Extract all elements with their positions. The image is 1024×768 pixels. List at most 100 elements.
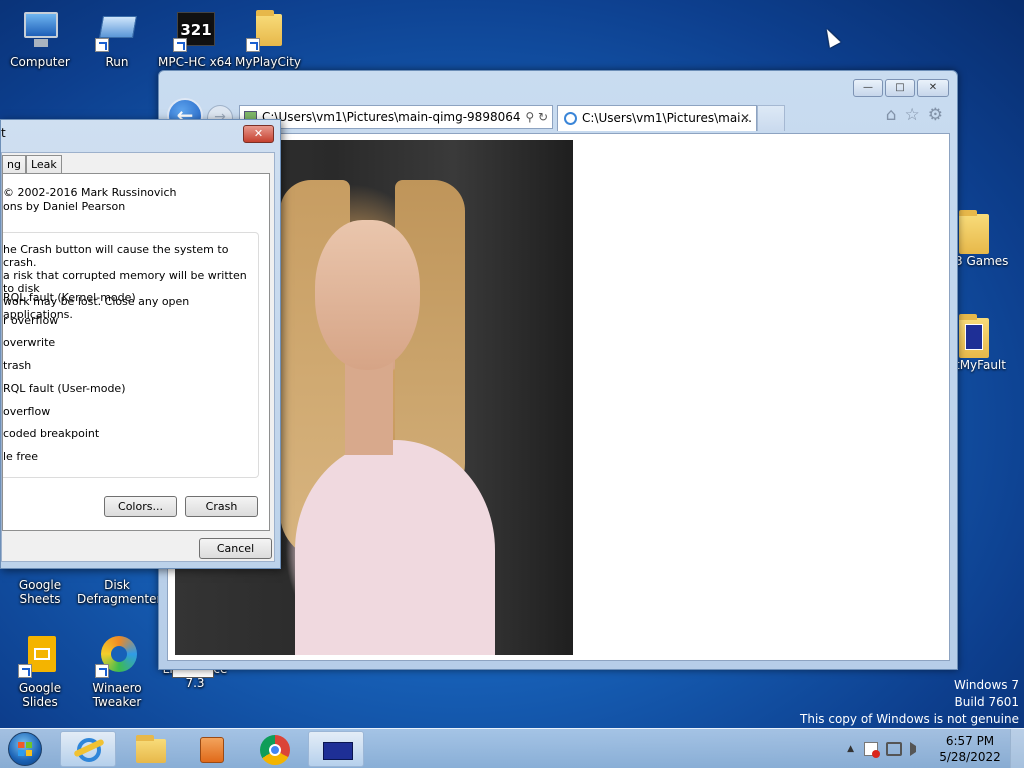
folder-icon	[959, 314, 989, 358]
taskbar: ▲ 6:57 PM 5/28/2022	[0, 728, 1024, 768]
tab-hang[interactable]: ng	[2, 155, 26, 174]
address-text: C:\Users\vm1\Pictures\main-qimg-98980648	[262, 110, 529, 124]
notmyfault-icon	[323, 742, 353, 760]
search-icon[interactable]: ⚲	[525, 110, 534, 124]
windows-watermark: Windows 7 Build 7601 This copy of Window…	[800, 677, 1019, 728]
copyright-text: © 2002-2016 Mark Russinovich ons by Dani…	[3, 186, 177, 214]
google-slides-icon	[18, 634, 62, 678]
option-stack-overflow[interactable]: overflow	[3, 405, 50, 418]
clock[interactable]: 6:57 PM 5/28/2022	[930, 733, 1010, 765]
desktop-icon-myplaycity[interactable]: MyPlayCity	[228, 8, 308, 69]
favorites-icon[interactable]: ☆	[905, 105, 920, 125]
cancel-button[interactable]: Cancel	[199, 538, 272, 559]
mpc-hc-icon: 321	[173, 8, 217, 52]
minimize-button[interactable]: —	[853, 79, 883, 97]
computer-icon	[18, 8, 62, 52]
photo-neck	[345, 355, 393, 455]
colors-button[interactable]: Colors...	[104, 496, 177, 517]
tab-image[interactable]: C:\Users\vm1\Pictures\mai... ✕	[557, 105, 757, 131]
clock-time: 6:57 PM	[945, 734, 995, 748]
tray-expand-icon[interactable]: ▲	[847, 744, 854, 754]
taskbar-item-media-player[interactable]	[184, 731, 240, 767]
desktop-icon-label: Computer	[10, 55, 70, 69]
address-tools: ⚲ ↻	[521, 106, 548, 128]
tab-close-icon[interactable]: ✕	[740, 106, 750, 130]
desktop-icon-disk-defragmenter[interactable]: Disk Defragmenter	[77, 578, 161, 606]
desktop-icon-label: MyPlayCity	[235, 55, 301, 69]
watermark-line: Windows 7	[953, 678, 1019, 692]
photo-face	[315, 220, 420, 370]
dialog-tabs: ng Leak	[2, 155, 62, 174]
ie-tab-icon	[564, 112, 577, 125]
crash-panel: © 2002-2016 Mark Russinovich ons by Dani…	[2, 173, 270, 531]
close-button[interactable]: ✕	[917, 79, 949, 97]
option-high-irql-kernel[interactable]: RQL fault (Kernel-mode)	[3, 291, 136, 304]
option-code-overwrite[interactable]: overwrite	[3, 336, 55, 349]
tab-leak[interactable]: Leak	[25, 155, 62, 174]
crash-options-group: he Crash button will cause the system to…	[3, 232, 259, 478]
desktop-icon-label: Disk Defragmenter	[77, 578, 162, 606]
show-desktop-button[interactable]	[1010, 729, 1024, 768]
desktop-icon-label: Winaero Tweaker	[92, 681, 142, 709]
start-button[interactable]	[4, 731, 48, 767]
crash-button[interactable]: Crash	[185, 496, 258, 517]
option-buffer-overflow[interactable]: r overflow	[3, 314, 58, 327]
taskbar-item-explorer[interactable]	[122, 731, 178, 767]
tools-gear-icon[interactable]: ⚙	[928, 105, 943, 125]
desktop-icon-google-sheets[interactable]: Google Sheets	[0, 578, 80, 606]
folder-icon	[136, 735, 166, 763]
desktop-icon-label: Google Slides	[18, 681, 62, 709]
volume-icon[interactable]	[910, 742, 924, 756]
warning-line: he Crash button will cause the system to…	[3, 243, 229, 269]
system-tray: ▲ 6:57 PM 5/28/2022	[847, 729, 1024, 768]
action-center-icon[interactable]	[864, 742, 880, 758]
window-caption-buttons: — □ ✕	[853, 79, 949, 97]
desktop-icon-winaero-tweaker[interactable]: Winaero Tweaker	[77, 634, 157, 709]
network-icon[interactable]	[886, 742, 902, 756]
desktop-icon-computer[interactable]: Computer	[0, 8, 80, 69]
maximize-button[interactable]: □	[885, 79, 915, 97]
desktop-icon-label: 3 Games	[955, 254, 1009, 268]
option-hardcoded-breakpoint[interactable]: coded breakpoint	[3, 427, 99, 440]
dialog-title: t	[1, 126, 6, 140]
shortcut-arrow-icon	[246, 38, 260, 52]
photo-shoulders	[295, 440, 495, 655]
refresh-icon[interactable]: ↻	[538, 110, 548, 124]
desktop-icon-label: tMyFault	[955, 358, 1006, 372]
option-stack-trash[interactable]: trash	[3, 359, 31, 372]
browser-content	[167, 133, 950, 661]
desktop-icon-google-slides[interactable]: Google Slides	[0, 634, 80, 709]
shortcut-arrow-icon	[18, 664, 32, 678]
dialog-close-button[interactable]: ✕	[243, 125, 274, 143]
crash-warning: he Crash button will cause the system to…	[3, 243, 253, 321]
desktop-icon-label: Run	[105, 55, 129, 69]
home-icon[interactable]: ⌂	[886, 105, 897, 125]
clock-date: 5/28/2022	[939, 750, 1001, 764]
desktop-icon-mpc-hc[interactable]: 321 MPC-HC x64	[155, 8, 235, 69]
taskbar-item-notmyfault[interactable]	[308, 731, 364, 767]
taskbar-item-chrome[interactable]	[246, 731, 302, 767]
dialog-body: ng Leak © 2002-2016 Mark Russinovich ons…	[1, 152, 275, 562]
copyright-line: © 2002-2016 Mark Russinovich	[3, 186, 177, 199]
shortcut-arrow-icon	[95, 664, 109, 678]
desktop-icon-games[interactable]: 3 Games	[955, 210, 1024, 268]
desktop-icon-label: Google Sheets	[18, 578, 62, 606]
notmyfault-dialog[interactable]: t ✕ ng Leak © 2002-2016 Mark Russinovich…	[0, 119, 281, 569]
folder-icon	[246, 8, 290, 52]
option-high-irql-user[interactable]: RQL fault (User-mode)	[3, 382, 126, 395]
folder-icon	[959, 210, 989, 254]
run-icon	[95, 8, 139, 52]
new-tab-button[interactable]	[757, 105, 785, 131]
address-bar[interactable]: C:\Users\vm1\Pictures\main-qimg-98980648…	[239, 105, 553, 129]
windows-orb-icon	[8, 732, 42, 766]
credits-line: ons by Daniel Pearson	[3, 200, 126, 213]
option-double-free[interactable]: le free	[3, 450, 38, 463]
shortcut-arrow-icon	[95, 38, 109, 52]
tab-title: C:\Users\vm1\Pictures\mai...	[582, 111, 752, 125]
media-player-icon	[200, 737, 224, 763]
desktop-icon-notmyfault[interactable]: tMyFault	[955, 314, 1024, 372]
winaero-tweaker-icon	[95, 634, 139, 678]
taskbar-item-internet-explorer[interactable]	[60, 731, 116, 767]
desktop-icon-run[interactable]: Run	[77, 8, 157, 69]
desktop-icon-label: MPC-HC x64	[158, 55, 232, 69]
